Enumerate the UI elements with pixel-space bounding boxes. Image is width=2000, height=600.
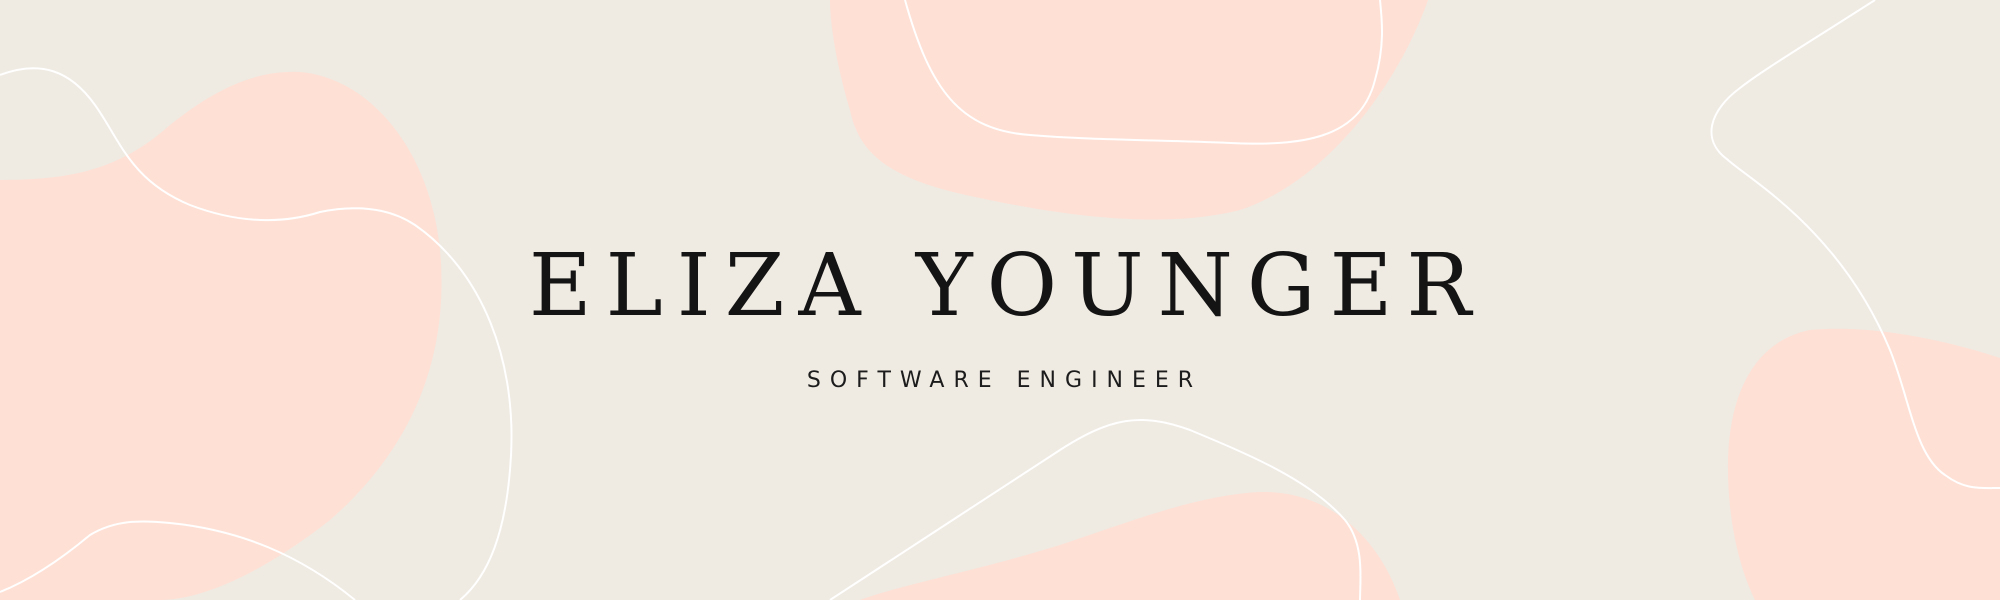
profile-name: ELIZA YOUNGER xyxy=(528,236,1486,336)
banner-content: ELIZA YOUNGER SOFTWARE ENGINEER xyxy=(0,0,2000,600)
profile-title: SOFTWARE ENGINEER xyxy=(806,368,1203,393)
profile-banner: ELIZA YOUNGER SOFTWARE ENGINEER xyxy=(0,0,2000,600)
